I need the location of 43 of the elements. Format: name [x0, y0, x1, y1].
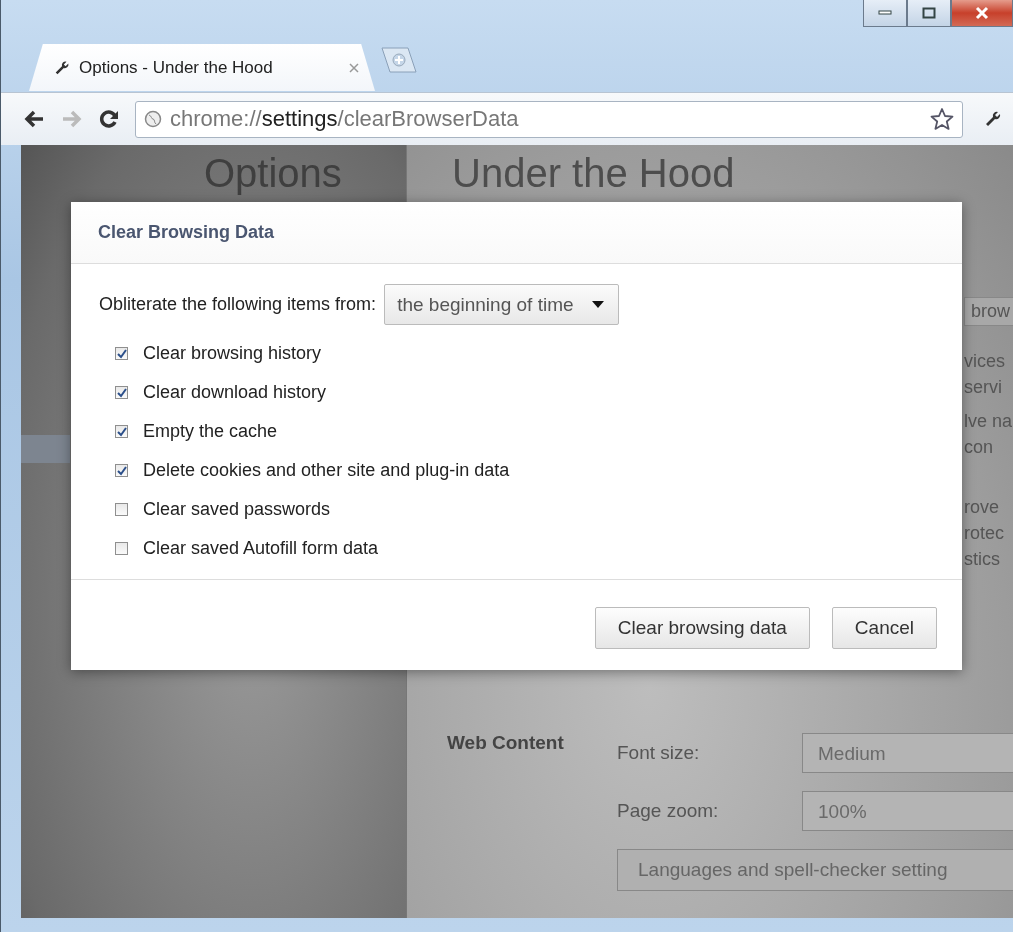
- checkbox-label: Delete cookies and other site and plug-in data: [143, 460, 510, 481]
- cancel-button[interactable]: Cancel: [831, 607, 937, 649]
- checkbox[interactable]: [115, 347, 128, 360]
- settings-text: lve na: [964, 410, 1013, 433]
- checkbox-label: Clear saved Autofill form data: [143, 538, 379, 559]
- settings-text: rove: [964, 496, 1000, 519]
- minimize-icon: [878, 10, 892, 16]
- settings-text: con: [964, 436, 995, 459]
- settings-text: stics: [964, 548, 1001, 571]
- star-icon[interactable]: [930, 107, 954, 131]
- globe-icon: [144, 110, 162, 128]
- checkbox[interactable]: [115, 425, 128, 438]
- url-text: chrome://settings/clearBrowserData: [170, 106, 520, 132]
- range-label: Obliterate the following items from:: [99, 294, 377, 315]
- section-label: Web Content: [447, 731, 565, 754]
- caret-icon: [591, 301, 604, 308]
- clear-data-button[interactable]: Clear browsing data: [594, 607, 810, 649]
- close-icon: [974, 6, 990, 20]
- checkbox[interactable]: [115, 464, 128, 477]
- field-label: Page zoom:: [617, 800, 720, 822]
- dialog-title: Clear Browsing Data: [98, 222, 275, 243]
- settings-text: rotec: [964, 522, 1006, 545]
- maximize-button[interactable]: [907, 0, 951, 27]
- close-button[interactable]: [951, 0, 1013, 27]
- maximize-icon: [922, 7, 936, 19]
- field-label: Font size:: [617, 742, 701, 764]
- minimize-button[interactable]: [863, 0, 907, 27]
- checkbox[interactable]: [115, 542, 128, 555]
- checkbox-label: Clear download history: [143, 382, 327, 403]
- checkbox-label: Empty the cache: [143, 421, 278, 442]
- browser-tab[interactable]: Options - Under the Hood: [29, 44, 375, 91]
- address-field[interactable]: chrome://settings/clearBrowserData: [135, 100, 963, 138]
- settings-text: vices: [964, 350, 1006, 373]
- checkbox-label: Clear browsing history: [143, 343, 322, 364]
- back-icon[interactable]: [23, 109, 45, 129]
- checkbox[interactable]: [115, 386, 128, 399]
- page-title: Under the Hood: [452, 150, 736, 196]
- settings-text: servi: [964, 376, 1003, 399]
- time-range-dropdown[interactable]: the beginning of time: [384, 284, 619, 325]
- checkbox[interactable]: [115, 503, 128, 516]
- checkbox-label: Clear saved passwords: [143, 499, 331, 520]
- close-icon[interactable]: [349, 62, 359, 73]
- reload-icon[interactable]: [99, 109, 119, 129]
